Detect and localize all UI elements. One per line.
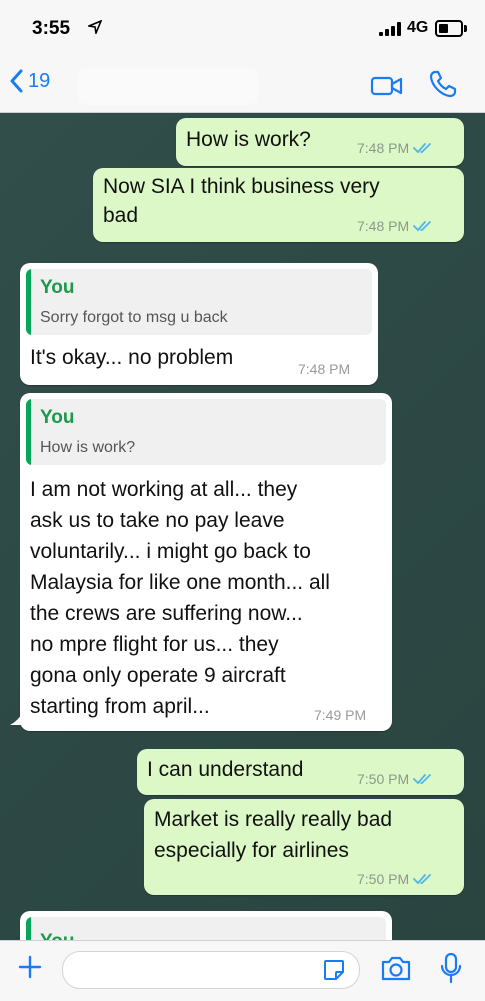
- network-type: 4G: [407, 19, 429, 36]
- status-bar: 3:55 4G: [0, 0, 485, 60]
- quote-text: How is work?: [40, 439, 136, 456]
- message-text: Market is really really bad: [154, 808, 393, 831]
- double-check-icon: [413, 874, 432, 885]
- quoted-reply[interactable]: You: [26, 917, 386, 940]
- chat-header: 19: [0, 60, 485, 113]
- camera-icon[interactable]: [380, 954, 412, 982]
- message-text: especially for airlines: [154, 839, 349, 862]
- quote-text: Sorry forgot to msg u back: [40, 309, 228, 326]
- quoted-reply[interactable]: You How is work?: [26, 399, 386, 465]
- message-text: the crews are suffering now...: [30, 602, 303, 625]
- message-time: 7:49 PM: [314, 707, 367, 723]
- message-bubble-outgoing[interactable]: Now SIA I think business very bad 7:48 P…: [93, 168, 464, 242]
- back-button[interactable]: 19: [8, 68, 50, 94]
- bubble-tail: [10, 711, 24, 725]
- message-text: voluntarily... i might go back to: [30, 540, 311, 563]
- message-time: 7:48 PM: [298, 361, 351, 377]
- message-time: 7:48 PM: [357, 218, 433, 234]
- message-text: It's okay... no problem: [30, 346, 234, 369]
- status-time: 3:55: [32, 18, 71, 39]
- quote-author: You: [40, 931, 74, 940]
- chevron-left-icon: [10, 69, 23, 93]
- quoted-reply[interactable]: You Sorry forgot to msg u back: [26, 269, 372, 335]
- plus-icon[interactable]: [16, 953, 44, 981]
- message-input[interactable]: [62, 951, 360, 989]
- video-camera-icon[interactable]: [370, 73, 404, 99]
- battery-icon: [435, 20, 467, 37]
- double-check-icon: [413, 143, 432, 154]
- message-text: How is work?: [186, 128, 311, 151]
- message-bubble-outgoing[interactable]: How is work? 7:48 PM: [176, 118, 464, 166]
- message-text: bad: [103, 204, 139, 227]
- quote-author: You: [40, 277, 75, 298]
- message-text: ask us to take no pay leave: [30, 509, 285, 532]
- message-text: starting from april...: [30, 695, 210, 718]
- message-text: I am not working at all... they: [30, 478, 298, 501]
- message-list[interactable]: How is work? 7:48 PM Now SIA I think bus…: [0, 113, 485, 940]
- message-bubble-incoming[interactable]: You How is work? I am not working at all…: [20, 393, 392, 731]
- message-text: Malaysia for like one month... all: [30, 571, 330, 594]
- double-check-icon: [413, 221, 432, 232]
- message-text: gona only operate 9 aircraft: [30, 664, 286, 687]
- signal-icon: [379, 22, 403, 36]
- unread-count: 19: [28, 69, 51, 92]
- message-bubble-outgoing[interactable]: I can understand 7:50 PM: [137, 749, 464, 795]
- location-arrow-icon: [88, 20, 102, 34]
- message-bubble-outgoing[interactable]: Market is really really bad especially f…: [144, 799, 464, 895]
- message-time: 7:50 PM: [357, 871, 433, 887]
- double-check-icon: [413, 774, 432, 785]
- contact-name-redacted[interactable]: [78, 68, 258, 104]
- composer-bar: [0, 940, 485, 1001]
- quote-author: You: [40, 407, 75, 428]
- message-bubble-incoming[interactable]: You: [20, 911, 392, 940]
- message-time: 7:48 PM: [357, 140, 433, 156]
- message-text: I can understand: [147, 758, 304, 781]
- sticker-icon[interactable]: [322, 958, 346, 982]
- message-time: 7:50 PM: [357, 771, 433, 787]
- phone-icon[interactable]: [428, 69, 458, 99]
- message-text: Now SIA I think business very: [103, 175, 380, 198]
- message-bubble-incoming[interactable]: You Sorry forgot to msg u back It's okay…: [20, 263, 378, 385]
- message-text: no mpre flight for us... they: [30, 633, 279, 656]
- microphone-icon[interactable]: [440, 952, 462, 984]
